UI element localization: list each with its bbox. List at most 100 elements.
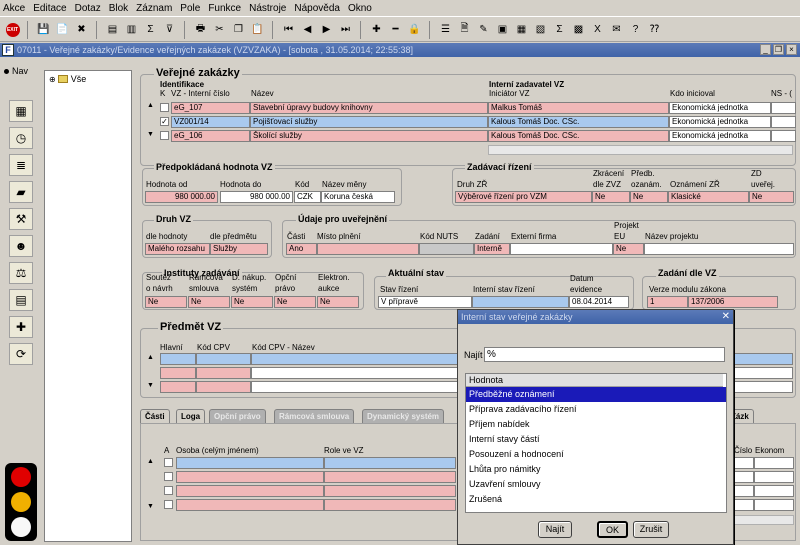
ekonom-cell[interactable] [754, 485, 794, 497]
cislo-cell[interactable] [732, 485, 754, 497]
horizontal-scrollbar[interactable] [488, 145, 793, 155]
navigation-tree[interactable]: ⊕ Vše [44, 70, 132, 542]
row-checkbox[interactable] [164, 500, 173, 509]
nazev-cell[interactable]: Stavební úpravy budovy knihovny [250, 102, 488, 114]
firma-field[interactable] [510, 243, 613, 255]
delete-record-icon[interactable]: ✖ [73, 21, 90, 38]
menu-dotaz[interactable]: Dotaz [75, 3, 101, 14]
row-checkbox[interactable] [164, 486, 173, 495]
cancel-button[interactable]: Zrušit [633, 521, 669, 538]
zadani-field[interactable]: Interně [474, 243, 510, 255]
help-icon[interactable]: ? [627, 21, 644, 38]
row-checkbox[interactable]: ✓ [160, 117, 169, 126]
document-list-icon[interactable]: ▤ [9, 289, 33, 311]
briefcase-icon[interactable]: ▰ [9, 181, 33, 203]
scroll-down-icon[interactable]: ▼ [147, 382, 154, 389]
window-icon[interactable]: ▣ [494, 21, 511, 38]
context-help-icon[interactable]: ⁇ [646, 21, 663, 38]
enter-query-icon[interactable]: ▤ [104, 21, 121, 38]
tree-node-root[interactable]: ⊕ Vše [49, 74, 86, 84]
save-icon[interactable]: 💾 [35, 21, 52, 38]
osoba-cell[interactable] [176, 499, 324, 511]
list-values-icon[interactable]: ☰ [437, 21, 454, 38]
kod-cpv-cell[interactable] [196, 353, 251, 365]
scroll-down-icon[interactable]: ▼ [147, 503, 154, 510]
list-item[interactable]: Příjem nabídek [466, 417, 726, 432]
list-item[interactable]: Posouzení a hodnocení [466, 447, 726, 462]
predb-field[interactable]: Ne [630, 191, 668, 203]
datum-field[interactable]: 08.04.2014 [569, 296, 629, 308]
find-button[interactable]: Najít [538, 521, 572, 538]
ns-cell[interactable] [771, 102, 796, 114]
zkraceni-field[interactable]: Ne [592, 191, 630, 203]
elektron-field[interactable]: Ne [317, 296, 359, 308]
row-checkbox[interactable] [160, 131, 169, 140]
kdo-cell[interactable]: Ekonomická jednotka [669, 130, 771, 142]
iniciator-cell[interactable]: Kalous Tomáš Doc. CSc. [488, 130, 669, 142]
kod-cpv-cell[interactable] [196, 367, 251, 379]
nazev-cell[interactable]: Pojišťovací služby [250, 116, 488, 128]
menu-blok[interactable]: Blok [109, 3, 128, 14]
mail-icon[interactable]: ✉ [608, 21, 625, 38]
tab-loga[interactable]: Loga [176, 409, 206, 423]
stav-rizeni-field[interactable]: V přípravě [378, 296, 472, 308]
last-record-icon[interactable]: ⏭ [337, 21, 354, 38]
role-cell[interactable] [324, 457, 456, 469]
report-icon[interactable]: ▦ [513, 21, 530, 38]
list-item[interactable]: Interní stavy částí [466, 432, 726, 447]
scroll-up-icon[interactable]: ▲ [147, 102, 154, 109]
mena-field[interactable]: Koruna česká [321, 191, 395, 203]
nav-label[interactable]: Nav [4, 66, 28, 76]
druh-zr-field[interactable]: Výběrové řízení pro VZM [455, 191, 592, 203]
expand-icon[interactable]: ⊕ [49, 75, 56, 84]
ekonom-cell[interactable] [754, 499, 794, 511]
hodnota-do-field[interactable]: 980 000.00 [220, 191, 293, 203]
close-icon[interactable]: × [786, 44, 797, 55]
exit-icon[interactable]: EXIT [4, 21, 21, 38]
iniciator-cell[interactable]: Malkus Tomáš [488, 102, 669, 114]
close-icon[interactable]: ✕ [722, 310, 730, 324]
remove-record-icon[interactable]: ━ [387, 21, 404, 38]
role-cell[interactable] [324, 485, 456, 497]
ns-cell[interactable] [771, 130, 796, 142]
hodnota-od-field[interactable]: 980 000.00 [145, 191, 218, 203]
paste-icon[interactable]: 📋 [249, 21, 266, 38]
cislo-cell[interactable] [732, 499, 754, 511]
copy-icon[interactable]: ❐ [230, 21, 247, 38]
vz-cell[interactable]: VZ001/14 [171, 116, 250, 128]
list-item[interactable]: Uzavření smlouvy [466, 477, 726, 492]
list-item[interactable]: Zrušená [466, 492, 726, 507]
interni-stav-field[interactable] [472, 296, 569, 308]
nazev-projektu-field[interactable] [644, 243, 794, 255]
execute-query-icon[interactable]: ▥ [123, 21, 140, 38]
restore-icon[interactable]: ❐ [773, 44, 784, 55]
scroll-down-icon[interactable]: ▼ [147, 131, 154, 138]
kod-cpv-cell[interactable] [196, 381, 251, 393]
row-checkbox[interactable] [164, 458, 173, 467]
list-item[interactable]: Předběžné oznámení [466, 387, 726, 402]
role-cell[interactable] [324, 471, 456, 483]
menu-okno[interactable]: Okno [348, 3, 372, 14]
insert-record-icon[interactable]: ✚ [368, 21, 385, 38]
menu-akce[interactable]: Akce [3, 3, 25, 14]
role-cell[interactable] [324, 499, 456, 511]
tab-ramcova-smlouva[interactable]: Rámcová smlouva [274, 409, 355, 423]
osoba-cell[interactable] [176, 485, 324, 497]
notes-icon[interactable]: ≣ [9, 154, 33, 176]
scroll-up-icon[interactable]: ▲ [147, 458, 154, 465]
hlavni-cell[interactable] [160, 367, 196, 379]
kdo-cell[interactable]: Ekonomická jednotka [669, 102, 771, 114]
list-item[interactable]: Příprava zadávacího řízení [466, 402, 726, 417]
tab-opcni-pravo[interactable]: Opční právo [209, 409, 266, 423]
tab-casti[interactable]: Části [140, 409, 170, 423]
minimize-icon[interactable]: _ [760, 44, 771, 55]
prev-record-icon[interactable]: ◀ [299, 21, 316, 38]
verze-field[interactable]: 1 [647, 296, 688, 308]
osoba-cell[interactable] [176, 471, 324, 483]
zakon-field[interactable]: 137/2006 [688, 296, 778, 308]
osoba-cell[interactable] [176, 457, 324, 469]
spreadsheet-icon[interactable]: ▦ [9, 100, 33, 122]
kod-field[interactable]: CZK [294, 191, 321, 203]
print-icon[interactable]: 🖶 [192, 21, 209, 38]
horizontal-scrollbar[interactable] [730, 515, 794, 525]
